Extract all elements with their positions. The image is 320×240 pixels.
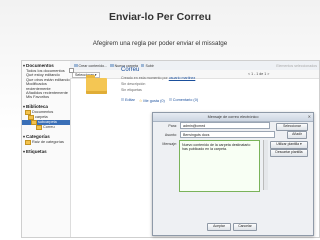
upload-icon xyxy=(140,63,145,68)
edit-link[interactable]: Editar xyxy=(121,98,135,103)
categories-section[interactable]: ▾ Categorías xyxy=(23,134,70,139)
sidebar-item-favorites[interactable]: Mis Favoritos xyxy=(26,95,70,100)
slide-subtitle: Afegirem una regla per poder enviar el m… xyxy=(92,40,228,47)
collapse-icon: ▾ xyxy=(23,133,26,139)
folder-icon xyxy=(110,63,114,68)
star-icon: ☆ xyxy=(138,99,143,103)
item-actions: Editar ☆ Me gusta (0) Comentario (0) xyxy=(121,98,198,103)
cancel-button[interactable]: Cancelar xyxy=(233,223,257,231)
edit-icon xyxy=(121,98,124,101)
tree-item-root-categories[interactable]: Raíz de categorías xyxy=(22,139,70,145)
message-scrollbar[interactable] xyxy=(263,140,268,190)
close-icon[interactable]: ✕ xyxy=(308,113,311,121)
collapse-icon: ▾ xyxy=(23,148,26,154)
to-field[interactable]: admin@cmed xyxy=(180,122,270,129)
folder-icon xyxy=(86,75,107,94)
slide-title: Enviar-lo Per Correu xyxy=(108,11,212,23)
folder-icon xyxy=(36,124,42,130)
tree-item-correu[interactable]: Correu xyxy=(22,124,70,130)
message-text: Nuevo contenido de la carpeta destinatar… xyxy=(182,143,251,152)
dialog-title: Mensaje de correo electrónico ✕ xyxy=(153,113,313,122)
to-label: Para: xyxy=(168,124,177,128)
item-tags: Sin etiquetas xyxy=(121,88,142,92)
message-label: Mensaje: xyxy=(162,142,177,146)
add-button[interactable]: Añadir xyxy=(287,131,307,139)
item-checkbox[interactable] xyxy=(69,68,74,73)
selected-items-button[interactable]: Elementos seleccionados xyxy=(276,64,317,68)
add-document-icon xyxy=(74,63,78,68)
comment-icon xyxy=(168,98,172,101)
ok-button[interactable]: Aceptar xyxy=(207,223,231,231)
upload-button[interactable]: Subir xyxy=(140,63,154,68)
item-title[interactable]: Correu xyxy=(121,67,139,73)
library-section[interactable]: ▾ Biblioteca xyxy=(23,104,70,109)
item-created: Creado en esta momento por usuario marti… xyxy=(121,76,196,80)
collapse-icon: ▾ xyxy=(23,63,26,68)
collapse-icon: ▾ xyxy=(23,103,26,109)
use-template-button[interactable]: Utilizar plantilla ▾ xyxy=(270,141,308,149)
like-link[interactable]: ☆ Me gusta (0) xyxy=(139,98,165,103)
sidebar: ▾ Documentos Todos los documentos Qué es… xyxy=(22,61,71,237)
item-author-link[interactable]: usuario martinez xyxy=(169,76,196,80)
discard-template-button[interactable]: Descartar plantilla xyxy=(270,149,308,157)
email-dialog: Mensaje de correo electrónico ✕ Para: ad… xyxy=(152,112,314,236)
item-description: Sin descripción xyxy=(121,82,146,86)
subject-field[interactable]: Benvinguts docs xyxy=(180,131,275,138)
folder-icon xyxy=(25,139,31,145)
subject-label: Asunto: xyxy=(164,133,177,137)
create-content-button[interactable]: Crear contenido... xyxy=(74,64,107,68)
pagination[interactable]: < 1 - 1 de 1 > xyxy=(248,72,269,76)
tags-section[interactable]: ▾ Etiquetas xyxy=(23,149,70,154)
comment-link[interactable]: Comentario (0) xyxy=(168,98,198,103)
select-button[interactable]: Seleccionar xyxy=(276,123,308,131)
